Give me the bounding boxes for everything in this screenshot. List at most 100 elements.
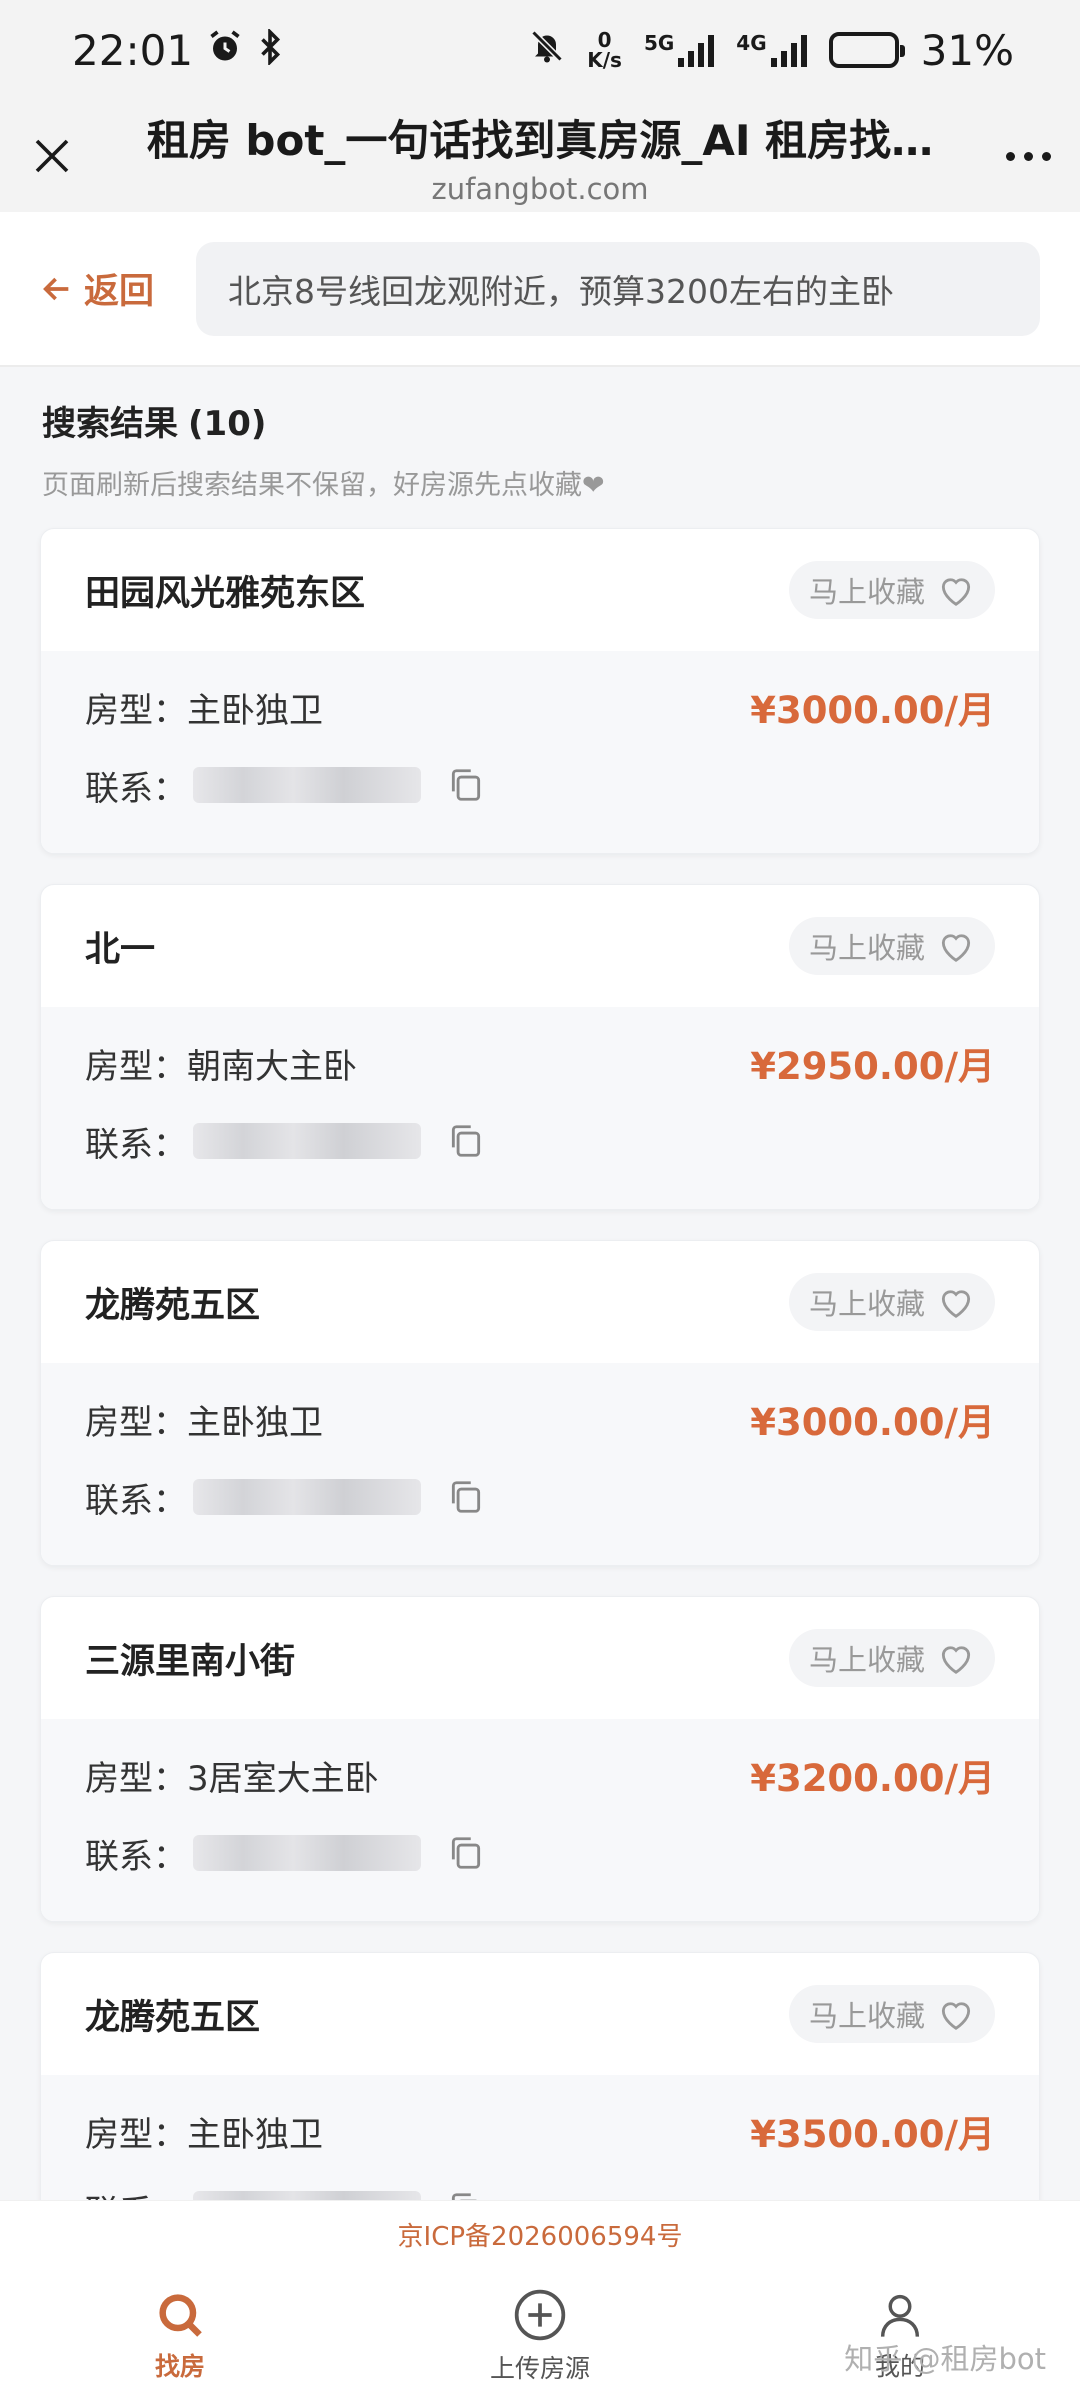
signal-5g: 5G [643, 31, 715, 67]
listing-list: 田园风光雅苑东区 马上收藏 房型： 主卧独卫 ¥3000.00/月 联系： 北一… [40, 528, 1040, 2308]
alarm-icon [207, 26, 243, 75]
copy-button[interactable] [447, 1834, 485, 1872]
browser-titles: 租房 bot_一句话找到真房源_AI 租房找… zufangbot.com [104, 107, 976, 206]
browser-bar: 租房 bot_一句话找到真房源_AI 租房找… zufangbot.com [0, 100, 1080, 212]
room-type-label: 房型： [85, 1402, 187, 1443]
heart-icon [941, 1290, 971, 1318]
room-type: 主卧独卫 [187, 2114, 323, 2155]
more-icon [1005, 151, 1015, 161]
contact-label: 联系： [85, 1836, 187, 1877]
more-button[interactable] [976, 151, 1080, 161]
listing-name: 龙腾苑五区 [85, 1285, 261, 1326]
net-speed: 0 K/s [587, 30, 622, 70]
status-left: 22:01 [72, 26, 283, 75]
add-circle-icon [514, 2289, 566, 2341]
listing-contact-row: 联系： [85, 1101, 995, 1181]
tab-upload[interactable]: 上传房源 [360, 2287, 720, 2385]
app-header: 返回 北京8号线回龙观附近，预算3200左右的主卧 [0, 212, 1080, 367]
listing-card[interactable]: 三源里南小街 马上收藏 房型： 3居室大主卧 ¥3200.00/月 联系： [40, 1596, 1040, 1922]
contact-label: 联系： [85, 1480, 187, 1521]
close-icon [35, 139, 69, 173]
more-icon-dot [1041, 151, 1051, 161]
battery-percent: 31% [920, 25, 1014, 75]
heart-icon [941, 2002, 971, 2030]
contact-phone-blurred [193, 767, 421, 803]
contact-phone-blurred [193, 1479, 421, 1515]
favorite-button[interactable]: 马上收藏 [788, 561, 995, 619]
listing-type-row: 房型： 主卧独卫 ¥3000.00/月 [85, 1387, 995, 1451]
status-time: 22:01 [72, 25, 194, 75]
signal-4g-label: 4G [736, 31, 767, 55]
icp-record[interactable]: 京ICP备2026006594号 [0, 2200, 1080, 2272]
battery-icon [828, 32, 905, 68]
listing-name: 三源里南小街 [85, 1641, 296, 1682]
signal-4g: 4G [736, 31, 807, 67]
results-count: (10) [188, 404, 267, 444]
net-speed-unit: K/s [587, 48, 622, 72]
more-icon-dot [1023, 151, 1033, 161]
room-type-label: 房型： [85, 1046, 187, 1087]
contact-phone-blurred [193, 1835, 421, 1871]
listing-name: 龙腾苑五区 [85, 1997, 261, 2038]
room-type: 3居室大主卧 [187, 1758, 379, 1799]
listing-price: ¥3000.00/月 [750, 689, 995, 732]
favorite-label: 马上收藏 [808, 1999, 925, 2033]
back-button[interactable]: 返回 [40, 263, 196, 314]
room-type: 朝南大主卧 [187, 1046, 357, 1087]
status-bar: 22:01 0 K/s 5G 4G 31% [0, 0, 1080, 100]
contact-label: 联系： [85, 768, 187, 809]
favorite-label: 马上收藏 [808, 931, 925, 965]
listing-price: ¥3500.00/月 [750, 2113, 995, 2156]
signal-5g-label: 5G [643, 31, 675, 55]
listing-type-row: 房型： 朝南大主卧 ¥2950.00/月 [85, 1031, 995, 1095]
listing-card-body: 房型： 主卧独卫 ¥3000.00/月 联系： [41, 651, 1039, 853]
favorite-label: 马上收藏 [808, 1287, 925, 1321]
watermark: 知乎 @租房bot [844, 2342, 1046, 2376]
signal-bars-icon [678, 33, 715, 67]
listing-card-header: 田园风光雅苑东区 马上收藏 [41, 529, 1039, 651]
listing-price: ¥2950.00/月 [750, 1045, 995, 1088]
favorite-button[interactable]: 马上收藏 [788, 1629, 995, 1687]
arrow-left-icon [43, 277, 69, 300]
listing-type-row: 房型： 3居室大主卧 ¥3200.00/月 [85, 1743, 995, 1807]
back-label: 返回 [84, 272, 155, 312]
favorite-button[interactable]: 马上收藏 [788, 1273, 995, 1331]
search-input[interactable]: 北京8号线回龙观附近，预算3200左右的主卧 [196, 241, 1040, 336]
signal-bars-icon [770, 33, 807, 67]
listing-card-header: 三源里南小街 马上收藏 [41, 1597, 1039, 1719]
heart-icon [941, 934, 971, 962]
heart-icon [941, 1646, 971, 1674]
results-note: 页面刷新后搜索结果不保留，好房源先点收藏❤ [42, 470, 605, 501]
close-button[interactable] [0, 136, 104, 176]
status-right: 0 K/s 5G 4G 31% [529, 26, 1014, 75]
listing-card-body: 房型： 主卧独卫 ¥3000.00/月 联系： [41, 1363, 1039, 1565]
listing-price: ¥3000.00/月 [750, 1401, 995, 1444]
favorite-button[interactable]: 马上收藏 [788, 917, 995, 975]
favorite-button[interactable]: 马上收藏 [788, 1985, 995, 2043]
tab-find[interactable]: 找房 [0, 2289, 360, 2383]
listing-card[interactable]: 田园风光雅苑东区 马上收藏 房型： 主卧独卫 ¥3000.00/月 联系： [40, 528, 1040, 854]
mute-icon [529, 26, 565, 75]
listing-card[interactable]: 龙腾苑五区 马上收藏 房型： 主卧独卫 ¥3000.00/月 联系： [40, 1240, 1040, 1566]
listing-card-header: 龙腾苑五区 马上收藏 [41, 1241, 1039, 1363]
copy-icon [451, 1837, 481, 1869]
favorite-label: 马上收藏 [808, 1643, 925, 1677]
listing-card-header: 龙腾苑五区 马上收藏 [41, 1953, 1039, 2075]
listing-card[interactable]: 北一 马上收藏 房型： 朝南大主卧 ¥2950.00/月 联系： [40, 884, 1040, 1210]
results-header: 搜索结果 (10) 页面刷新后搜索结果不保留，好房源先点收藏❤ [42, 396, 605, 502]
user-icon [880, 2294, 920, 2337]
room-type-label: 房型： [85, 690, 187, 731]
search-icon [159, 2294, 202, 2337]
copy-button[interactable] [447, 766, 485, 804]
listing-card-body: 房型： 3居室大主卧 ¥3200.00/月 联系： [41, 1719, 1039, 1921]
listing-price: ¥3200.00/月 [750, 1757, 995, 1800]
copy-button[interactable] [447, 1122, 485, 1160]
room-type: 主卧独卫 [187, 1402, 323, 1443]
results-title-text: 搜索结果 [42, 404, 178, 444]
bluetooth-icon [257, 26, 283, 75]
net-speed-value: 0 [597, 28, 612, 52]
copy-button[interactable] [447, 1478, 485, 1516]
listing-type-row: 房型： 主卧独卫 ¥3500.00/月 [85, 2099, 995, 2163]
listing-contact-row: 联系： [85, 1457, 995, 1537]
room-type-label: 房型： [85, 2114, 187, 2155]
